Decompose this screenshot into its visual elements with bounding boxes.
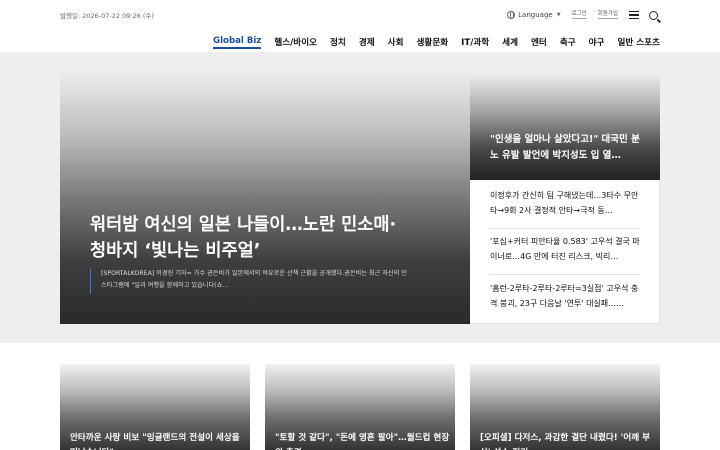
nav-item-society[interactable]: 사회 [388,36,404,48]
side-item[interactable]: '포심+커터 피안타율 0.583' 고우석 결국 마이너로…4G 만에 터진 … [490,234,640,264]
side-item[interactable]: 이정후가 간신히 팀 구해냈는데…3타수 무안타→9회 2사 결정적 안타→극적… [490,188,640,218]
article-card[interactable]: "토할 것 같다", "돈에 영혼 팔아"…월드컵 현장의 충격 [265,364,455,450]
nav-item-economy[interactable]: 경제 [359,36,375,48]
card-title[interactable]: 안타까운 사랑 비보 "잉글랜드의 전설이 세상을 떠났습니다"… [70,431,245,450]
card-title[interactable]: [오피셜] 다저스, 과감한 결단 내렸다! '어깨 부상' 선수 정리 [480,431,655,450]
publish-date: 발행일: 2026-07-22 09:26 (수) [60,12,154,20]
side-top-article[interactable]: "인생을 얼마나 살았다고!" 대국민 분노 유발 발언에 박지성도 입 열… [470,72,660,180]
article-card[interactable]: 안타까운 사랑 비보 "잉글랜드의 전설이 세상을 떠났습니다"… [60,364,250,450]
nav-item-entertainment[interactable]: 엔터 [531,36,547,48]
language-selector[interactable]: Language ▼ [507,11,561,19]
main-nav: Global Biz 헬스/바이오 정치 경제 사회 생활문화 IT/과학 세계… [200,35,660,49]
login-link[interactable]: 로그인 [571,11,587,19]
caret-down-icon: ▼ [556,12,561,18]
card-title[interactable]: "토할 것 같다", "돈에 영혼 팔아"…월드컵 현장의 충격 [275,431,450,450]
search-icon[interactable] [649,10,658,20]
article-card[interactable]: [오피셜] 다저스, 과감한 결단 내렸다! '어깨 부상' 선수 정리 [470,364,660,450]
nav-item-it-science[interactable]: IT/과학 [461,36,489,48]
utility-bar: Language ▼ 로그인 회원가입 [507,9,658,21]
menu-icon[interactable] [629,11,639,19]
language-label: Language [518,11,553,19]
nav-item-baseball[interactable]: 야구 [589,36,605,48]
nav-item-world[interactable]: 세계 [502,36,518,48]
nav-item-general-sports[interactable]: 일반 스포츠 [617,36,660,48]
nav-item-global-biz[interactable]: Global Biz [213,36,262,49]
divider [490,228,640,229]
side-top-title[interactable]: "인생을 얼마나 살았다고!" 대국민 분노 유발 발언에 박지성도 입 열… [490,132,645,164]
nav-item-health-bio[interactable]: 헬스/바이오 [274,36,317,48]
hero-summary: [SPORTALKOREA] 이경헌 기자= 가수 권은비가 일본에서의 여유로… [90,268,410,294]
nav-item-politics[interactable]: 정치 [330,36,346,48]
top-bar: 발행일: 2026-07-22 09:26 (수) Language ▼ 로그인… [0,0,720,30]
hero-article[interactable]: 워터밤 여신의 일본 나들이…노란 민소매·청바지 ‘빛나는 비주얼’ [SPO… [60,72,470,324]
nav-item-football[interactable]: 축구 [560,36,576,48]
nav-item-culture[interactable]: 생활문화 [417,36,449,48]
side-headlines: "인생을 얼마나 살았다고!" 대국민 분노 유발 발언에 박지성도 입 열… … [470,72,660,324]
signup-link[interactable]: 회원가입 [597,11,618,19]
side-item[interactable]: '홈런-2루타-2루타-2루타=3실점' 고우석 충격 붕괴, 23구 다음날 … [490,281,640,311]
hero-title[interactable]: 워터밤 여신의 일본 나들이…노란 민소매·청바지 ‘빛나는 비주얼’ [90,212,400,264]
divider [490,274,640,275]
globe-icon [507,11,516,19]
